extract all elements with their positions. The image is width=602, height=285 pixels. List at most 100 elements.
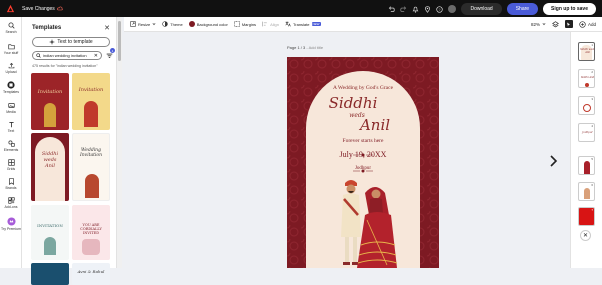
template-thumb[interactable]: Invitation [72, 73, 110, 130]
next-page-arrow[interactable] [550, 155, 558, 170]
page-thumb[interactable]: 4 Jodhpur [578, 123, 595, 142]
rail-item-premium[interactable]: Try Premium [0, 217, 22, 231]
media-icon [7, 103, 15, 108]
page-thumb-number: 7 [591, 208, 593, 212]
background-color-label: Background color [196, 21, 228, 27]
search-icon [8, 22, 15, 29]
zoom-select[interactable]: 82% [531, 22, 546, 27]
rail-item-brands[interactable]: Brands [0, 178, 22, 190]
scrollbar-thumb[interactable] [118, 21, 121, 61]
template-thumb[interactable]: INVITATION [31, 205, 69, 260]
rail-label-addons: Add-ons [4, 205, 18, 209]
template-thumb[interactable]: Invitation [31, 73, 69, 130]
couple-illustration [84, 101, 98, 127]
rail-label-grids: Grids [6, 167, 16, 171]
rail-item-your-stuff[interactable]: Your stuff [0, 43, 22, 55]
undo-icon[interactable] [388, 5, 396, 13]
filter-button[interactable]: 1 [105, 48, 115, 60]
adobe-express-logo[interactable] [5, 4, 15, 14]
layers-icon[interactable] [552, 20, 559, 28]
rail-label-elements: Elements [3, 148, 19, 152]
theme-label: Theme [170, 21, 183, 27]
rail-label-search: Search [5, 30, 17, 34]
page-thumb[interactable]: 7 [578, 207, 595, 226]
translate-icon [285, 21, 291, 27]
add-title-link[interactable]: - Add title [305, 45, 323, 50]
page-indicator[interactable]: Page 1 / 3 - Add title [287, 45, 323, 50]
rail-item-addons[interactable]: Add-ons [0, 197, 22, 209]
invitation-place[interactable]: Jodhpur [287, 166, 439, 171]
cursor-icon [567, 22, 571, 26]
text-to-template-button[interactable]: Text to template [32, 37, 110, 47]
background-color-button[interactable]: Background color [188, 21, 228, 27]
avatar[interactable] [448, 5, 457, 13]
grids-icon [7, 159, 15, 166]
share-button[interactable]: Share [506, 3, 539, 15]
cloud-warning-icon [56, 6, 63, 11]
svg-text:?: ? [439, 7, 441, 11]
template-thumb-title: Invitation [78, 87, 104, 93]
page-thumb[interactable]: 3 [578, 96, 595, 115]
rail-label-media: Media [6, 110, 16, 114]
close-icon[interactable]: ✕ [104, 24, 110, 32]
resize-button[interactable]: Resize [130, 21, 156, 27]
rail-item-elements[interactable]: Elements [0, 140, 22, 152]
clear-search-icon[interactable]: ✕ [94, 53, 98, 59]
page-thumb-title: Siddhi weds Anil [580, 48, 595, 54]
redo-icon[interactable] [400, 5, 407, 13]
add-label: Add [587, 21, 596, 27]
panel-scrollbar[interactable] [117, 17, 122, 268]
template-thumb-title: INVITATION [37, 223, 63, 228]
template-thumb[interactable]: Avni & Rahul [72, 263, 110, 285]
rail-item-upload[interactable]: Upload [0, 62, 22, 74]
download-button[interactable]: Download [461, 3, 502, 15]
pages-panel: 1 Siddhi weds Anil 2 Siddhi Anil 3 4 Jod… [570, 32, 602, 268]
select-tool-button[interactable] [564, 20, 573, 28]
page-thumb[interactable]: 5 [578, 156, 595, 175]
bell-icon[interactable] [412, 6, 419, 13]
rail-item-media[interactable]: Media [0, 102, 22, 114]
color-swatch [188, 21, 195, 27]
page-thumb[interactable]: 6 [578, 182, 595, 201]
invitation-name-2[interactable]: Anil [299, 116, 439, 134]
theme-button[interactable]: Theme [162, 21, 183, 27]
rail-label-upload: Upload [5, 70, 17, 74]
save-status-label: Save Changes [22, 5, 55, 12]
page-thumb-number: 1 [591, 43, 593, 47]
text-icon [8, 121, 14, 128]
design-canvas[interactable]: A Wedding by God's Grace Siddhi weds Ani… [287, 57, 439, 268]
page-thumb[interactable]: 2 Siddhi Anil [578, 69, 595, 88]
invitation-tagline[interactable]: Forever starts here [287, 138, 439, 144]
template-thumb[interactable]: Wedding Invitation [72, 133, 110, 201]
translate-button[interactable]: Translate NEW [285, 21, 321, 27]
zoom-value: 82% [530, 21, 540, 27]
invitation-name-1[interactable]: Siddhi [287, 94, 429, 112]
margins-button[interactable]: Margins [234, 21, 256, 27]
rail-label-templates: Templates [3, 90, 19, 94]
couple-illustration[interactable] [337, 175, 397, 268]
save-status[interactable]: Save Changes [22, 6, 63, 12]
brands-icon [8, 178, 14, 185]
margins-label: Margins [241, 21, 257, 27]
page-thumb[interactable]: 1 Siddhi weds Anil [578, 42, 595, 61]
location-icon[interactable] [424, 5, 431, 13]
rail-item-grids[interactable]: Grids [0, 159, 22, 171]
template-thumb[interactable]: YOU ARE CORDIALLY INVITED [72, 205, 110, 260]
invitation-heading[interactable]: A Wedding by God's Grace [287, 85, 439, 91]
add-button[interactable]: Add [579, 20, 596, 28]
search-value: indian wedding invitation [43, 53, 87, 58]
search-input[interactable]: indian wedding invitation ✕ [32, 51, 102, 60]
help-icon[interactable]: ? [436, 5, 444, 13]
rail-item-templates[interactable]: Templates [0, 81, 22, 94]
template-thumb[interactable]: Siddhi weds Anil [31, 133, 69, 201]
template-thumb[interactable] [31, 263, 69, 285]
sign-up-button[interactable]: Sign up to save [543, 3, 596, 15]
rail-item-search[interactable]: Search [0, 22, 22, 34]
rail-item-text[interactable]: Text [0, 121, 22, 133]
top-bar: Save Changes ? Download Share Sign up to… [0, 0, 602, 17]
invitation-date[interactable]: July 19, 20XX [287, 150, 439, 159]
align-button[interactable]: Align [262, 21, 279, 27]
upload-icon [8, 62, 14, 69]
page-thumb-title: Jodhpur [582, 131, 593, 134]
close-icon[interactable]: ✕ [580, 230, 591, 241]
